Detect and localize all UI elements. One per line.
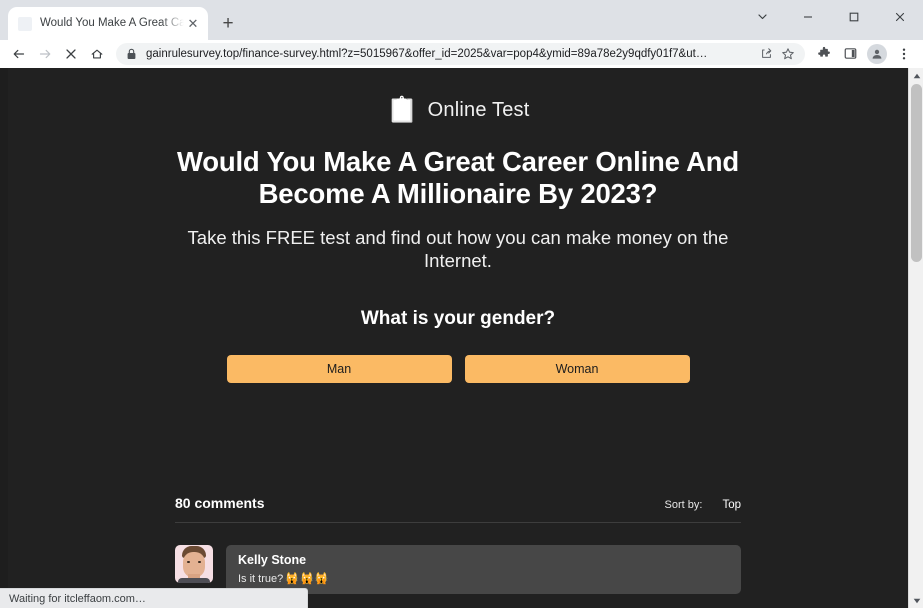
comment-body: Kelly Stone Is it true? 🙀🙀🙀 [226, 545, 741, 594]
browser-toolbar: gainrulesurvey.top/finance-survey.html?z… [0, 40, 923, 68]
comments-count: 80 comments [175, 495, 265, 511]
comment-author: Kelly Stone [238, 553, 307, 567]
page-headline: Would You Make A Great Career Online And… [177, 146, 739, 209]
scrollbar-thumb[interactable] [911, 84, 922, 262]
comment-item: Kelly Stone Is it true? 🙀🙀🙀 [175, 545, 741, 594]
comment-emoji: 🙀🙀🙀 [285, 573, 330, 585]
clipboard-checklist-icon: 📋 [386, 95, 418, 124]
tab-search-chevron-down-icon[interactable] [739, 0, 785, 33]
comment-text: Is it true? [238, 572, 284, 585]
survey-answers: Man Woman [8, 355, 908, 383]
answer-button-man[interactable]: Man [226, 355, 452, 383]
page-favicon [18, 16, 32, 31]
scrollbar-down-arrow-icon[interactable] [909, 593, 923, 608]
bookmark-star-icon[interactable] [779, 47, 797, 61]
page-viewport: 📋 Online Test Would You Make A Great Car… [0, 68, 923, 608]
side-panel-icon[interactable] [837, 41, 863, 67]
toolbar-right-actions [811, 41, 917, 67]
avatar-eye-left [187, 561, 190, 563]
status-bar: Waiting for itcleffaom.com… [0, 588, 308, 608]
share-icon[interactable] [757, 47, 775, 60]
profile-avatar-icon[interactable] [867, 43, 887, 64]
maximize-icon[interactable] [831, 0, 877, 33]
avatar [175, 545, 213, 583]
status-text: Waiting for itcleffaom.com… [9, 592, 146, 605]
site-brand: 📋 Online Test [8, 92, 908, 128]
home-icon[interactable] [84, 41, 110, 67]
site-brand-name: Online Test [427, 98, 530, 121]
survey-page: 📋 Online Test Would You Make A Great Car… [8, 68, 908, 608]
comments-section: 80 comments Sort by: Top Kelly Stone Is … [175, 495, 741, 594]
comments-sort-label: Sort by: [664, 499, 703, 511]
avatar-shirt [178, 578, 210, 583]
browser-window: Would You Make A Great Career ✕ + [0, 0, 923, 608]
page-scrollbar[interactable] [908, 68, 923, 608]
answer-button-woman[interactable]: Woman [464, 355, 690, 383]
three-dot-menu-icon[interactable] [891, 41, 917, 67]
browser-tab[interactable]: Would You Make A Great Career ✕ [8, 7, 208, 40]
lock-icon [126, 48, 138, 60]
page-subheadline: Take this FREE test and find out how you… [187, 227, 729, 271]
avatar-eye-right [198, 561, 201, 563]
stop-loading-x-icon[interactable] [58, 41, 84, 67]
comments-sort[interactable]: Sort by: Top [665, 499, 741, 511]
comments-header: 80 comments Sort by: Top [175, 495, 741, 523]
url-text: gainrulesurvey.top/finance-survey.html?z… [146, 47, 708, 60]
minimize-icon[interactable] [785, 0, 831, 33]
new-tab-button[interactable]: + [214, 9, 242, 37]
close-icon[interactable] [877, 0, 923, 33]
page-content: 📋 Online Test Would You Make A Great Car… [8, 68, 908, 594]
back-arrow-icon[interactable] [6, 41, 32, 67]
tab-close-icon[interactable]: ✕ [184, 15, 202, 33]
tab-strip: Would You Make A Great Career ✕ + [0, 0, 242, 40]
address-bar[interactable]: gainrulesurvey.top/finance-survey.html?z… [116, 42, 805, 65]
survey-question: What is your gender? [360, 308, 556, 329]
tab-title: Would You Make A Great Career [40, 17, 184, 29]
browser-chrome-top: Would You Make A Great Career ✕ + [0, 0, 923, 40]
scrollbar-up-arrow-icon[interactable] [909, 68, 923, 83]
window-controls [739, 0, 923, 33]
comment-text-row: Is it true? 🙀🙀🙀 [238, 572, 729, 586]
forward-arrow-icon [32, 41, 58, 67]
comments-sort-value[interactable]: Top [722, 499, 741, 511]
extensions-puzzle-icon[interactable] [811, 41, 837, 67]
